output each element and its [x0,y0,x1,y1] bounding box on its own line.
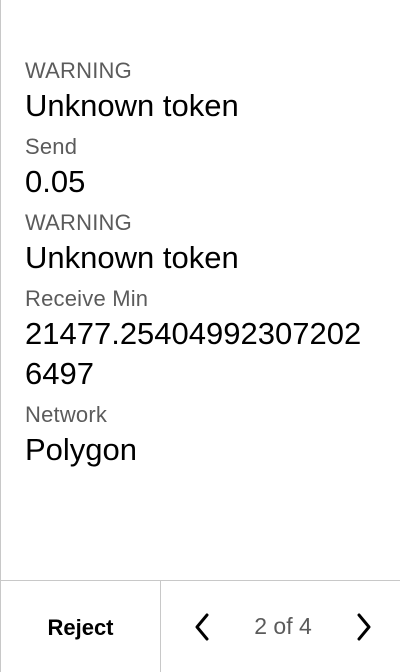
reject-button[interactable]: Reject [1,581,161,672]
token-warning-value: Unknown token [25,88,239,123]
token-warning-value-2: Unknown token [25,240,239,275]
page-indicator: 2 of 4 [254,613,312,639]
chevron-left-icon[interactable] [191,612,213,642]
pager: 2 of 4 [161,581,400,672]
footer-bar: Reject 2 of 4 [1,580,400,672]
receive-min-value: 21477.254049923072026497 [25,316,362,391]
warning-label: WARNING [25,58,132,83]
network-label: Network [25,402,108,427]
chevron-right-icon[interactable] [353,612,375,642]
send-amount-value: 0.05 [25,164,86,199]
transaction-review-screen: WARNING Unknown token Send 0.05 WARNING … [0,0,400,672]
field-list: WARNING Unknown token Send 0.05 WARNING … [25,56,377,476]
receive-min-label: Receive Min [25,286,149,311]
warning-label-2: WARNING [25,210,132,235]
network-value: Polygon [25,432,138,467]
send-label: Send [25,134,78,159]
